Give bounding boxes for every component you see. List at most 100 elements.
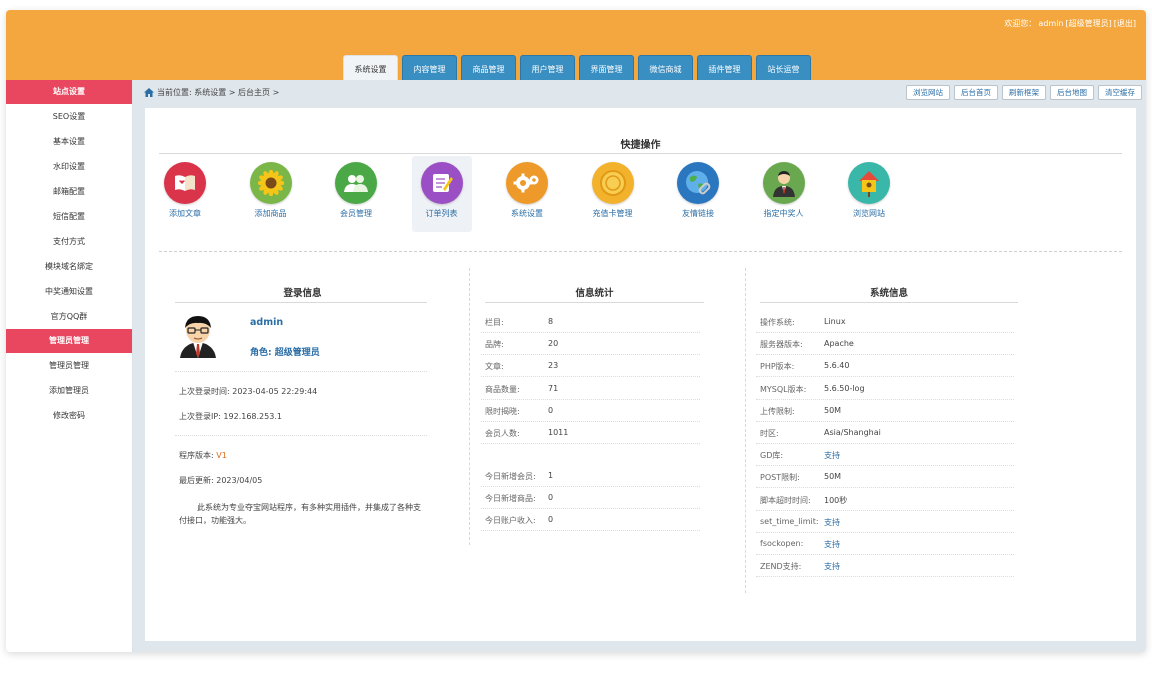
- app-frame: 欢迎您： admin [超级管理员] [退出] 系统设置 内容管理 商品管理 用户管理 界面管…: [6, 10, 1146, 652]
- sidebar-item[interactable]: 水印设置: [6, 154, 132, 179]
- quick-action-3[interactable]: 订单列表: [411, 156, 472, 232]
- crumb-button-3[interactable]: 后台地图: [1050, 85, 1094, 100]
- nav-tab-1[interactable]: 内容管理: [402, 55, 457, 80]
- system-row-value: 支持: [824, 517, 840, 527]
- system-row-rule: [756, 354, 1014, 356]
- system-row-rule: [756, 531, 1014, 533]
- nav-tab-6[interactable]: 插件管理: [697, 55, 752, 80]
- nav-tab-5[interactable]: 微信商城: [638, 55, 693, 80]
- stat-row-value: 8: [548, 317, 554, 326]
- system-row-key: MYSQL版本:: [760, 384, 807, 394]
- nav-tab-0[interactable]: 系统设置: [343, 55, 398, 80]
- sidebar-item[interactable]: SEO设置: [6, 104, 132, 129]
- login-divider-1: [175, 371, 427, 372]
- system-row-value: 50M: [824, 472, 842, 482]
- today-row-rule: [481, 486, 700, 487]
- system-row: MYSQL版本: 5.6.50-log: [760, 384, 865, 395]
- quick-action-7[interactable]: 指定中奖人: [754, 156, 814, 232]
- stat-row-rule: [481, 376, 700, 378]
- system-row: set_time_limit: 支持: [760, 516, 840, 527]
- sidebar-item[interactable]: 中奖通知设置: [6, 279, 132, 304]
- crumb-button-4[interactable]: 清空缓存: [1098, 85, 1142, 100]
- today-row-rule: [481, 508, 700, 509]
- quick-title: 快捷操作: [620, 140, 661, 151]
- nav-tab-7[interactable]: 站长运营: [756, 55, 811, 80]
- stat-row-key: 商品数量:: [485, 384, 520, 394]
- stat-row-rule: [481, 420, 700, 422]
- system-row-key: 时区:: [760, 429, 779, 438]
- system-row: 脚本超时时间: 100秒: [760, 495, 847, 506]
- quick-actions: 添加文章 添加商品 会员管理 订单列表 系统设置 充值卡管理 友情链接 指定中奖人 浏览网站: [155, 156, 915, 232]
- stat-row: 会员人数: 1011: [485, 428, 568, 439]
- quick-action-4[interactable]: 系统设置: [497, 156, 557, 232]
- top-header: 欢迎您： admin [超级管理员] [退出] 系统设置 内容管理 商品管理 用户管理 界面管…: [6, 10, 1146, 80]
- sidebar-group-header[interactable]: 站点设置: [6, 80, 132, 104]
- stat-row-rule: [481, 332, 700, 333]
- stats-panel-title: 信息统计: [575, 288, 614, 299]
- system-row: 操作系统: Linux: [760, 317, 846, 328]
- last-login-time: 上次登录时间: 2023-04-05 22:29:44: [179, 387, 318, 396]
- logout-link[interactable]: [退出]: [1114, 19, 1136, 28]
- avatar: [180, 316, 216, 358]
- quick-action-label: 添加文章: [169, 209, 201, 218]
- system-row-rule: [756, 554, 1014, 555]
- today-row-value: 1: [548, 471, 554, 480]
- sidebar-item[interactable]: 官方QQ群: [6, 304, 132, 329]
- crumb-button-2[interactable]: 刷新框架: [1002, 85, 1046, 100]
- welcome-bar: 欢迎您： admin [超级管理员] [退出]: [1002, 18, 1136, 29]
- quick-action-1[interactable]: 添加商品: [241, 156, 301, 232]
- quick-action-0[interactable]: 添加文章: [155, 156, 215, 232]
- stats-title-divider: [485, 302, 704, 303]
- stat-row-value: 23: [548, 361, 559, 371]
- stat-row-rule: [481, 398, 700, 400]
- quick-action-2[interactable]: 会员管理: [326, 156, 386, 232]
- system-title-divider: [760, 302, 1018, 303]
- sidebar-item[interactable]: 模块域名绑定: [6, 254, 132, 279]
- quick-action-label: 浏览网站: [853, 209, 885, 218]
- quick-action-8[interactable]: 浏览网站: [839, 156, 899, 232]
- system-row-rule: [756, 576, 1014, 578]
- sidebar-item[interactable]: 管理员管理: [6, 353, 132, 378]
- quick-action-6[interactable]: 友情链接: [668, 156, 728, 232]
- quick-action-label: 订单列表: [425, 209, 458, 218]
- sidebar-item[interactable]: 邮箱配置: [6, 179, 132, 204]
- stat-row-value: 20: [548, 339, 559, 349]
- system-row: PHP版本: 5.6.40: [760, 361, 849, 372]
- notepad-icon: [420, 162, 463, 204]
- person-icon: [762, 162, 805, 204]
- quick-bottom-divider: [159, 251, 1122, 252]
- sidebar-item[interactable]: 基本设置: [6, 129, 132, 154]
- coin-icon: [591, 162, 634, 204]
- breadcrumb-text: 当前位置: 系统设置 > 后台主页 >: [157, 88, 280, 97]
- crumb-button-1[interactable]: 后台首页: [954, 85, 998, 100]
- sidebar-item[interactable]: 支付方式: [6, 229, 132, 254]
- nav-tab-4[interactable]: 界面管理: [579, 55, 634, 80]
- panel-divider-2: [745, 268, 746, 593]
- nav-tab-2[interactable]: 商品管理: [461, 55, 516, 80]
- system-panel-title: 系统信息: [869, 288, 908, 299]
- today-row-key: 今日账户收入:: [485, 516, 536, 525]
- login-username: admin: [250, 317, 284, 328]
- system-row-key: set_time_limit:: [760, 516, 819, 526]
- system-row-value: 100秒: [824, 495, 848, 505]
- stat-row-key: 限时揭晓:: [485, 406, 520, 416]
- system-row-value: Asia/Shanghai: [824, 428, 881, 437]
- system-row-rule: [756, 420, 1014, 422]
- system-row-key: GD库:: [760, 451, 784, 461]
- system-row-key: 服务器版本:: [760, 340, 803, 350]
- panel-divider-1: [469, 268, 470, 545]
- today-row-value: 0: [548, 493, 554, 502]
- quick-action-label: 添加商品: [254, 209, 287, 218]
- stat-row: 限时揭晓: 0: [485, 406, 553, 417]
- system-row: POST限制: 50M: [760, 472, 841, 483]
- sidebar-item[interactable]: 短信配置: [6, 204, 132, 229]
- stat-row: 文章: 23: [485, 361, 558, 372]
- quick-action-5[interactable]: 充值卡管理: [583, 156, 643, 232]
- stat-row-rule: [481, 443, 700, 444]
- nav-tab-3[interactable]: 用户管理: [520, 55, 575, 80]
- sidebar-item[interactable]: 添加管理员: [6, 378, 132, 403]
- crumb-button-0[interactable]: 浏览网站: [906, 85, 950, 100]
- sidebar-group-header[interactable]: 管理员管理: [6, 329, 132, 353]
- system-row-value: 支持: [824, 451, 840, 461]
- sidebar-item[interactable]: 修改密码: [6, 403, 132, 428]
